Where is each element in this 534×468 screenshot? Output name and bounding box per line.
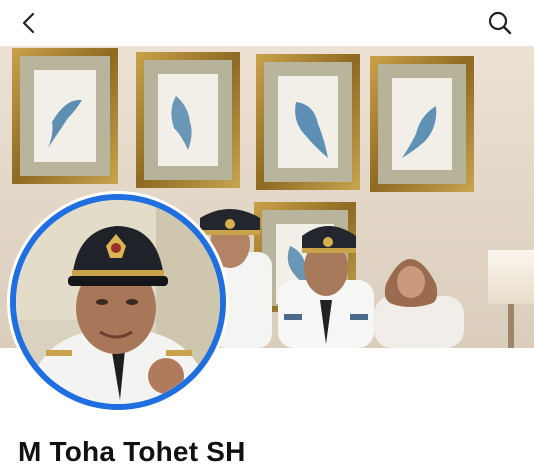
framed-print-1 [12, 48, 118, 184]
chevron-left-icon [22, 12, 35, 34]
framed-print-3 [256, 54, 360, 190]
framed-print-4 [370, 56, 474, 192]
top-bar [0, 0, 534, 46]
profile-name: M Toha Tohet SH [18, 436, 246, 467]
search-button[interactable] [480, 4, 520, 42]
framed-print-2 [136, 52, 240, 188]
profile-picture[interactable] [10, 194, 226, 410]
profile-picture-image [16, 200, 220, 404]
back-button[interactable] [10, 4, 50, 42]
search-icon [488, 11, 512, 35]
